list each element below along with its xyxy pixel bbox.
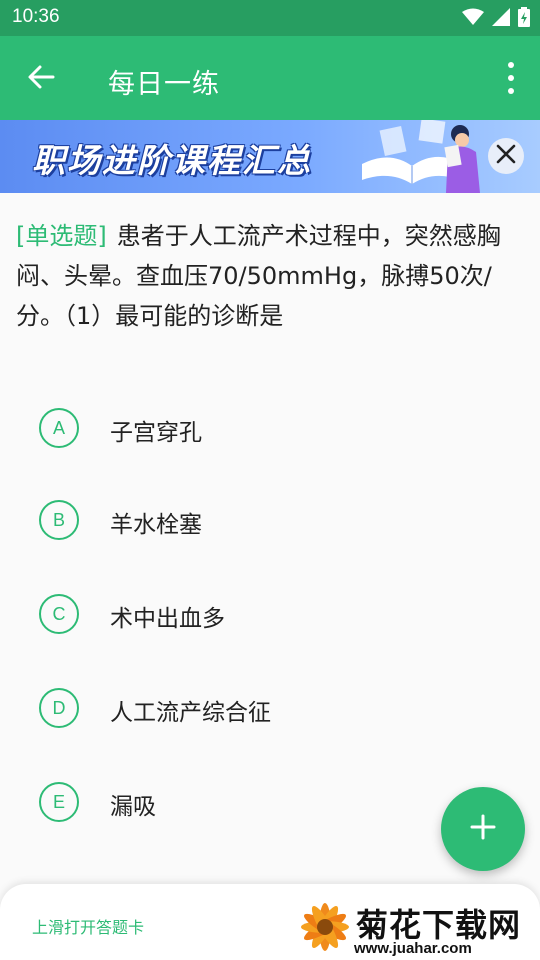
answer-card-hint: 上滑打开答题卡 — [32, 918, 145, 937]
status-icons — [462, 7, 530, 31]
option-a[interactable]: A 子宫穿孔 — [0, 398, 540, 458]
option-text: 漏吸 — [110, 794, 156, 820]
option-letter: C — [39, 594, 79, 634]
plus-icon — [470, 814, 496, 844]
more-vert-icon-dot — [508, 88, 514, 94]
more-vert-icon-dot — [508, 62, 514, 68]
app-bar: 每日一练 — [0, 36, 540, 120]
promo-banner[interactable]: 职场进阶课程汇总 — [0, 120, 540, 193]
option-letter: E — [39, 782, 79, 822]
back-button[interactable] — [20, 58, 62, 100]
option-c[interactable]: C 术中出血多 — [0, 584, 540, 644]
question-type-label: [单选题] — [16, 222, 107, 250]
watermark-url: www.juahar.com — [354, 940, 472, 957]
more-vert-icon-dot — [508, 75, 514, 81]
question-text: [单选题] 患者于人工流产术过程中，突然感胸闷、头晕。查血压70/50mmHg，脉… — [16, 216, 526, 336]
close-icon — [495, 143, 517, 169]
option-text: 术中出血多 — [110, 606, 225, 632]
banner-title: 职场进阶课程汇总 — [32, 141, 312, 180]
option-text: 羊水栓塞 — [110, 512, 202, 538]
option-b[interactable]: B 羊水栓塞 — [0, 490, 540, 550]
option-letter: D — [39, 688, 79, 728]
option-d[interactable]: D 人工流产综合征 — [0, 678, 540, 738]
add-fab-button[interactable] — [441, 787, 525, 871]
reading-illustration — [362, 120, 480, 193]
battery-icon — [518, 7, 530, 31]
more-button[interactable] — [504, 62, 518, 94]
status-time: 10:36 — [12, 6, 60, 27]
chrysanthemum-logo — [301, 903, 349, 951]
option-letter: A — [39, 408, 79, 448]
status-bar: 10:36 — [0, 0, 540, 36]
site-watermark: 菊花下载网 www.juahar.com — [290, 896, 540, 960]
banner-close-button[interactable] — [488, 138, 524, 174]
wifi-icon — [462, 8, 484, 30]
option-letter: B — [39, 500, 79, 540]
arrow-left-icon — [27, 63, 55, 95]
signal-icon — [492, 8, 510, 30]
page-title: 每日一练 — [108, 69, 220, 100]
option-text: 子宫穿孔 — [110, 420, 202, 446]
option-text: 人工流产综合征 — [110, 700, 271, 726]
